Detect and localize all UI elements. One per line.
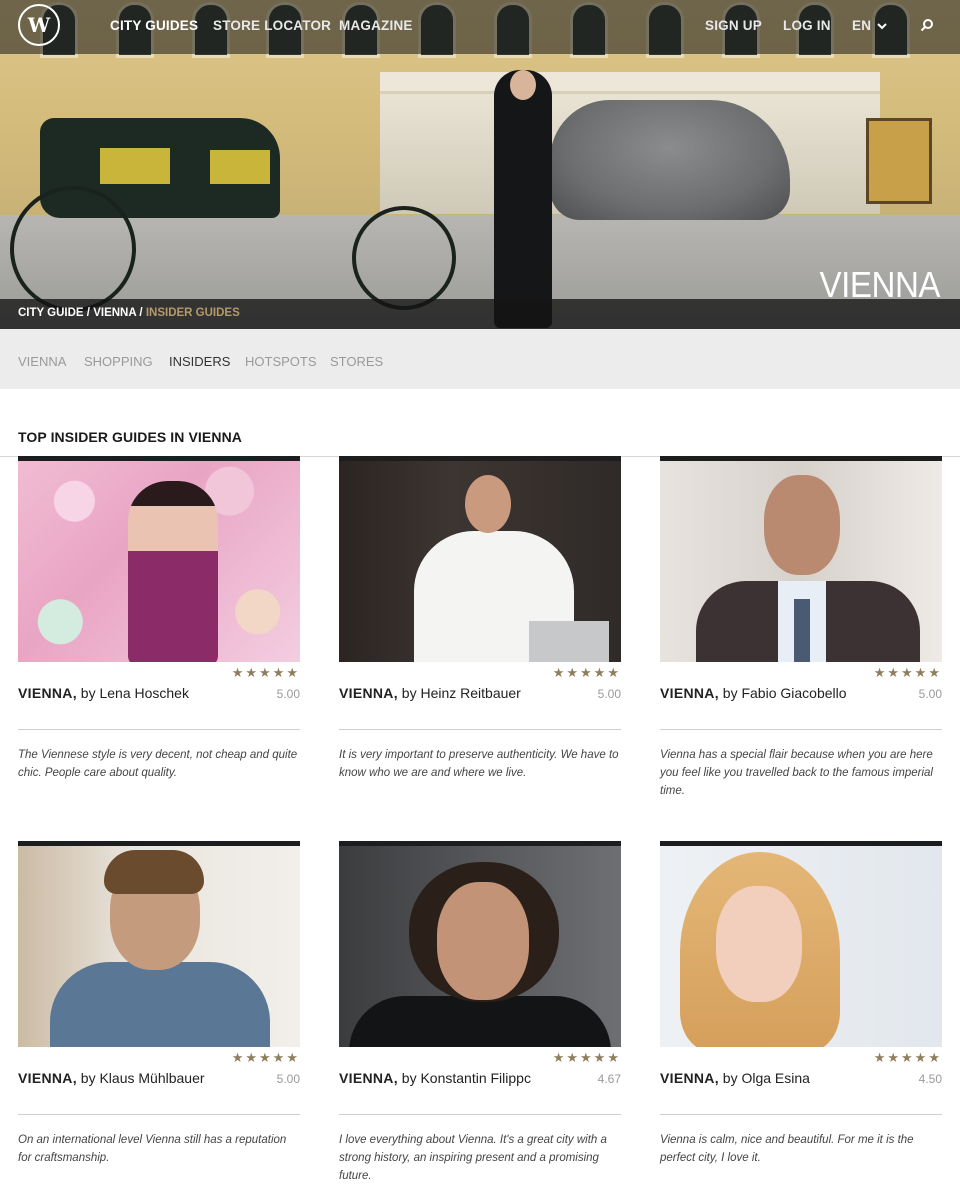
coachman [494, 70, 552, 328]
portrait-figure [50, 962, 270, 1047]
insider-city: VIENNA, [660, 1070, 719, 1086]
coachman-head [510, 70, 536, 100]
insider-photo[interactable] [18, 841, 300, 1047]
portrait-tie [794, 599, 810, 662]
insider-name[interactable]: VIENNA, by Fabio Giacobello [660, 685, 880, 701]
insider-quote: The Viennese style is very decent, not c… [18, 749, 298, 779]
sign-up-link[interactable]: SIGN UP [705, 18, 762, 33]
horse [550, 100, 790, 220]
divider [18, 729, 300, 730]
divider [660, 1114, 942, 1115]
sub-navigation: VIENNA SHOPPING INSIDERS HOTSPOTS STORES [0, 329, 960, 389]
star-rating: ★★★★★ [552, 1051, 621, 1066]
tab-insiders[interactable]: INSIDERS [169, 354, 230, 369]
insider-author: by Fabio Giacobello [718, 685, 847, 701]
portrait-prop [529, 621, 609, 662]
divider [660, 729, 942, 730]
insider-city: VIENNA, [339, 685, 398, 701]
breadcrumb-separator: / [83, 307, 94, 319]
star-rating: ★★★★★ [873, 1051, 942, 1066]
breadcrumb-vienna[interactable]: VIENNA [93, 307, 136, 319]
portrait-head [716, 886, 802, 1002]
carriage-wheel [352, 206, 456, 310]
language-label: EN [852, 18, 872, 33]
insider-author: by Konstantin Filippc [397, 1070, 531, 1086]
insider-photo[interactable] [660, 456, 942, 662]
insider-author: by Heinz Reitbauer [397, 685, 521, 701]
portrait-head [437, 882, 529, 1000]
brand-logo[interactable]: W [18, 4, 60, 46]
insider-quote: Vienna has a special flair because when … [660, 749, 933, 797]
star-rating: ★★★★★ [552, 666, 621, 681]
tab-shopping[interactable]: SHOPPING [84, 354, 153, 369]
insider-author: by Olga Esina [718, 1070, 810, 1086]
hero-banner: W CITY GUIDES STORE LOCATOR MAGAZINE SIG… [0, 0, 960, 329]
nav-city-guides[interactable]: CITY GUIDES [110, 18, 198, 33]
carriage-wheel [10, 186, 136, 312]
rating-value: 5.00 [276, 687, 300, 701]
insider-city: VIENNA, [339, 1070, 398, 1086]
insider-name[interactable]: VIENNA, by Klaus Mühlbauer [18, 1070, 238, 1086]
star-rating: ★★★★★ [873, 666, 942, 681]
section-title: TOP INSIDER GUIDES IN VIENNA [18, 429, 242, 445]
rating-value: 4.50 [918, 1072, 942, 1086]
insider-photo[interactable] [339, 841, 621, 1047]
rating-value: 5.00 [597, 687, 621, 701]
breadcrumb-bar: CITY GUIDE / VIENNA / INSIDER GUIDES [0, 299, 960, 329]
carriage-seat [100, 148, 170, 184]
insider-quote: It is very important to preserve authent… [339, 749, 619, 779]
divider [339, 1114, 621, 1115]
portrait-figure [128, 481, 218, 662]
map-sign [866, 118, 932, 204]
insider-author: by Lena Hoschek [76, 685, 189, 701]
search-icon[interactable] [920, 18, 934, 32]
insider-name[interactable]: VIENNA, by Konstantin Filippc [339, 1070, 559, 1086]
insider-city: VIENNA, [18, 1070, 77, 1086]
balcony [380, 72, 880, 94]
portrait-figure [349, 996, 611, 1047]
tab-hotspots[interactable]: HOTSPOTS [245, 354, 317, 369]
insider-name[interactable]: VIENNA, by Heinz Reitbauer [339, 685, 559, 701]
insider-photo[interactable] [339, 456, 621, 662]
portrait-hair [104, 850, 204, 894]
insider-quote: I love everything about Vienna. It's a g… [339, 1134, 607, 1182]
divider [18, 1114, 300, 1115]
insider-quote: Vienna is calm, nice and beautiful. For … [660, 1134, 914, 1164]
nav-magazine[interactable]: MAGAZINE [339, 18, 413, 33]
portrait-head [465, 475, 511, 533]
breadcrumb-separator: / [136, 307, 146, 319]
insider-quote: On an international level Vienna still h… [18, 1134, 287, 1164]
language-selector[interactable]: EN [852, 18, 887, 33]
breadcrumb-current: INSIDER GUIDES [145, 307, 240, 319]
tab-stores[interactable]: STORES [330, 354, 383, 369]
insider-city: VIENNA, [660, 685, 719, 701]
rating-value: 4.67 [597, 1072, 621, 1086]
insider-city: VIENNA, [18, 685, 77, 701]
rating-value: 5.00 [276, 1072, 300, 1086]
top-navigation: W CITY GUIDES STORE LOCATOR MAGAZINE SIG… [0, 0, 960, 54]
insider-author: by Klaus Mühlbauer [76, 1070, 205, 1086]
rating-value: 5.00 [918, 687, 942, 701]
carriage-seat [210, 150, 270, 184]
breadcrumb-city-guide[interactable]: CITY GUIDE [18, 307, 84, 319]
insider-name[interactable]: VIENNA, by Lena Hoschek [18, 685, 238, 701]
nav-store-locator[interactable]: STORE LOCATOR [213, 18, 331, 33]
insider-name[interactable]: VIENNA, by Olga Esina [660, 1070, 880, 1086]
log-in-link[interactable]: LOG IN [783, 18, 831, 33]
star-rating: ★★★★★ [231, 1051, 300, 1066]
insider-photo[interactable] [18, 456, 300, 662]
insider-photo[interactable] [660, 841, 942, 1047]
tab-vienna[interactable]: VIENNA [18, 354, 66, 369]
chevron-down-icon [877, 23, 887, 30]
portrait-head [764, 475, 840, 575]
star-rating: ★★★★★ [231, 666, 300, 681]
breadcrumb: CITY GUIDE / VIENNA / INSIDER GUIDES [18, 307, 240, 319]
divider [339, 729, 621, 730]
